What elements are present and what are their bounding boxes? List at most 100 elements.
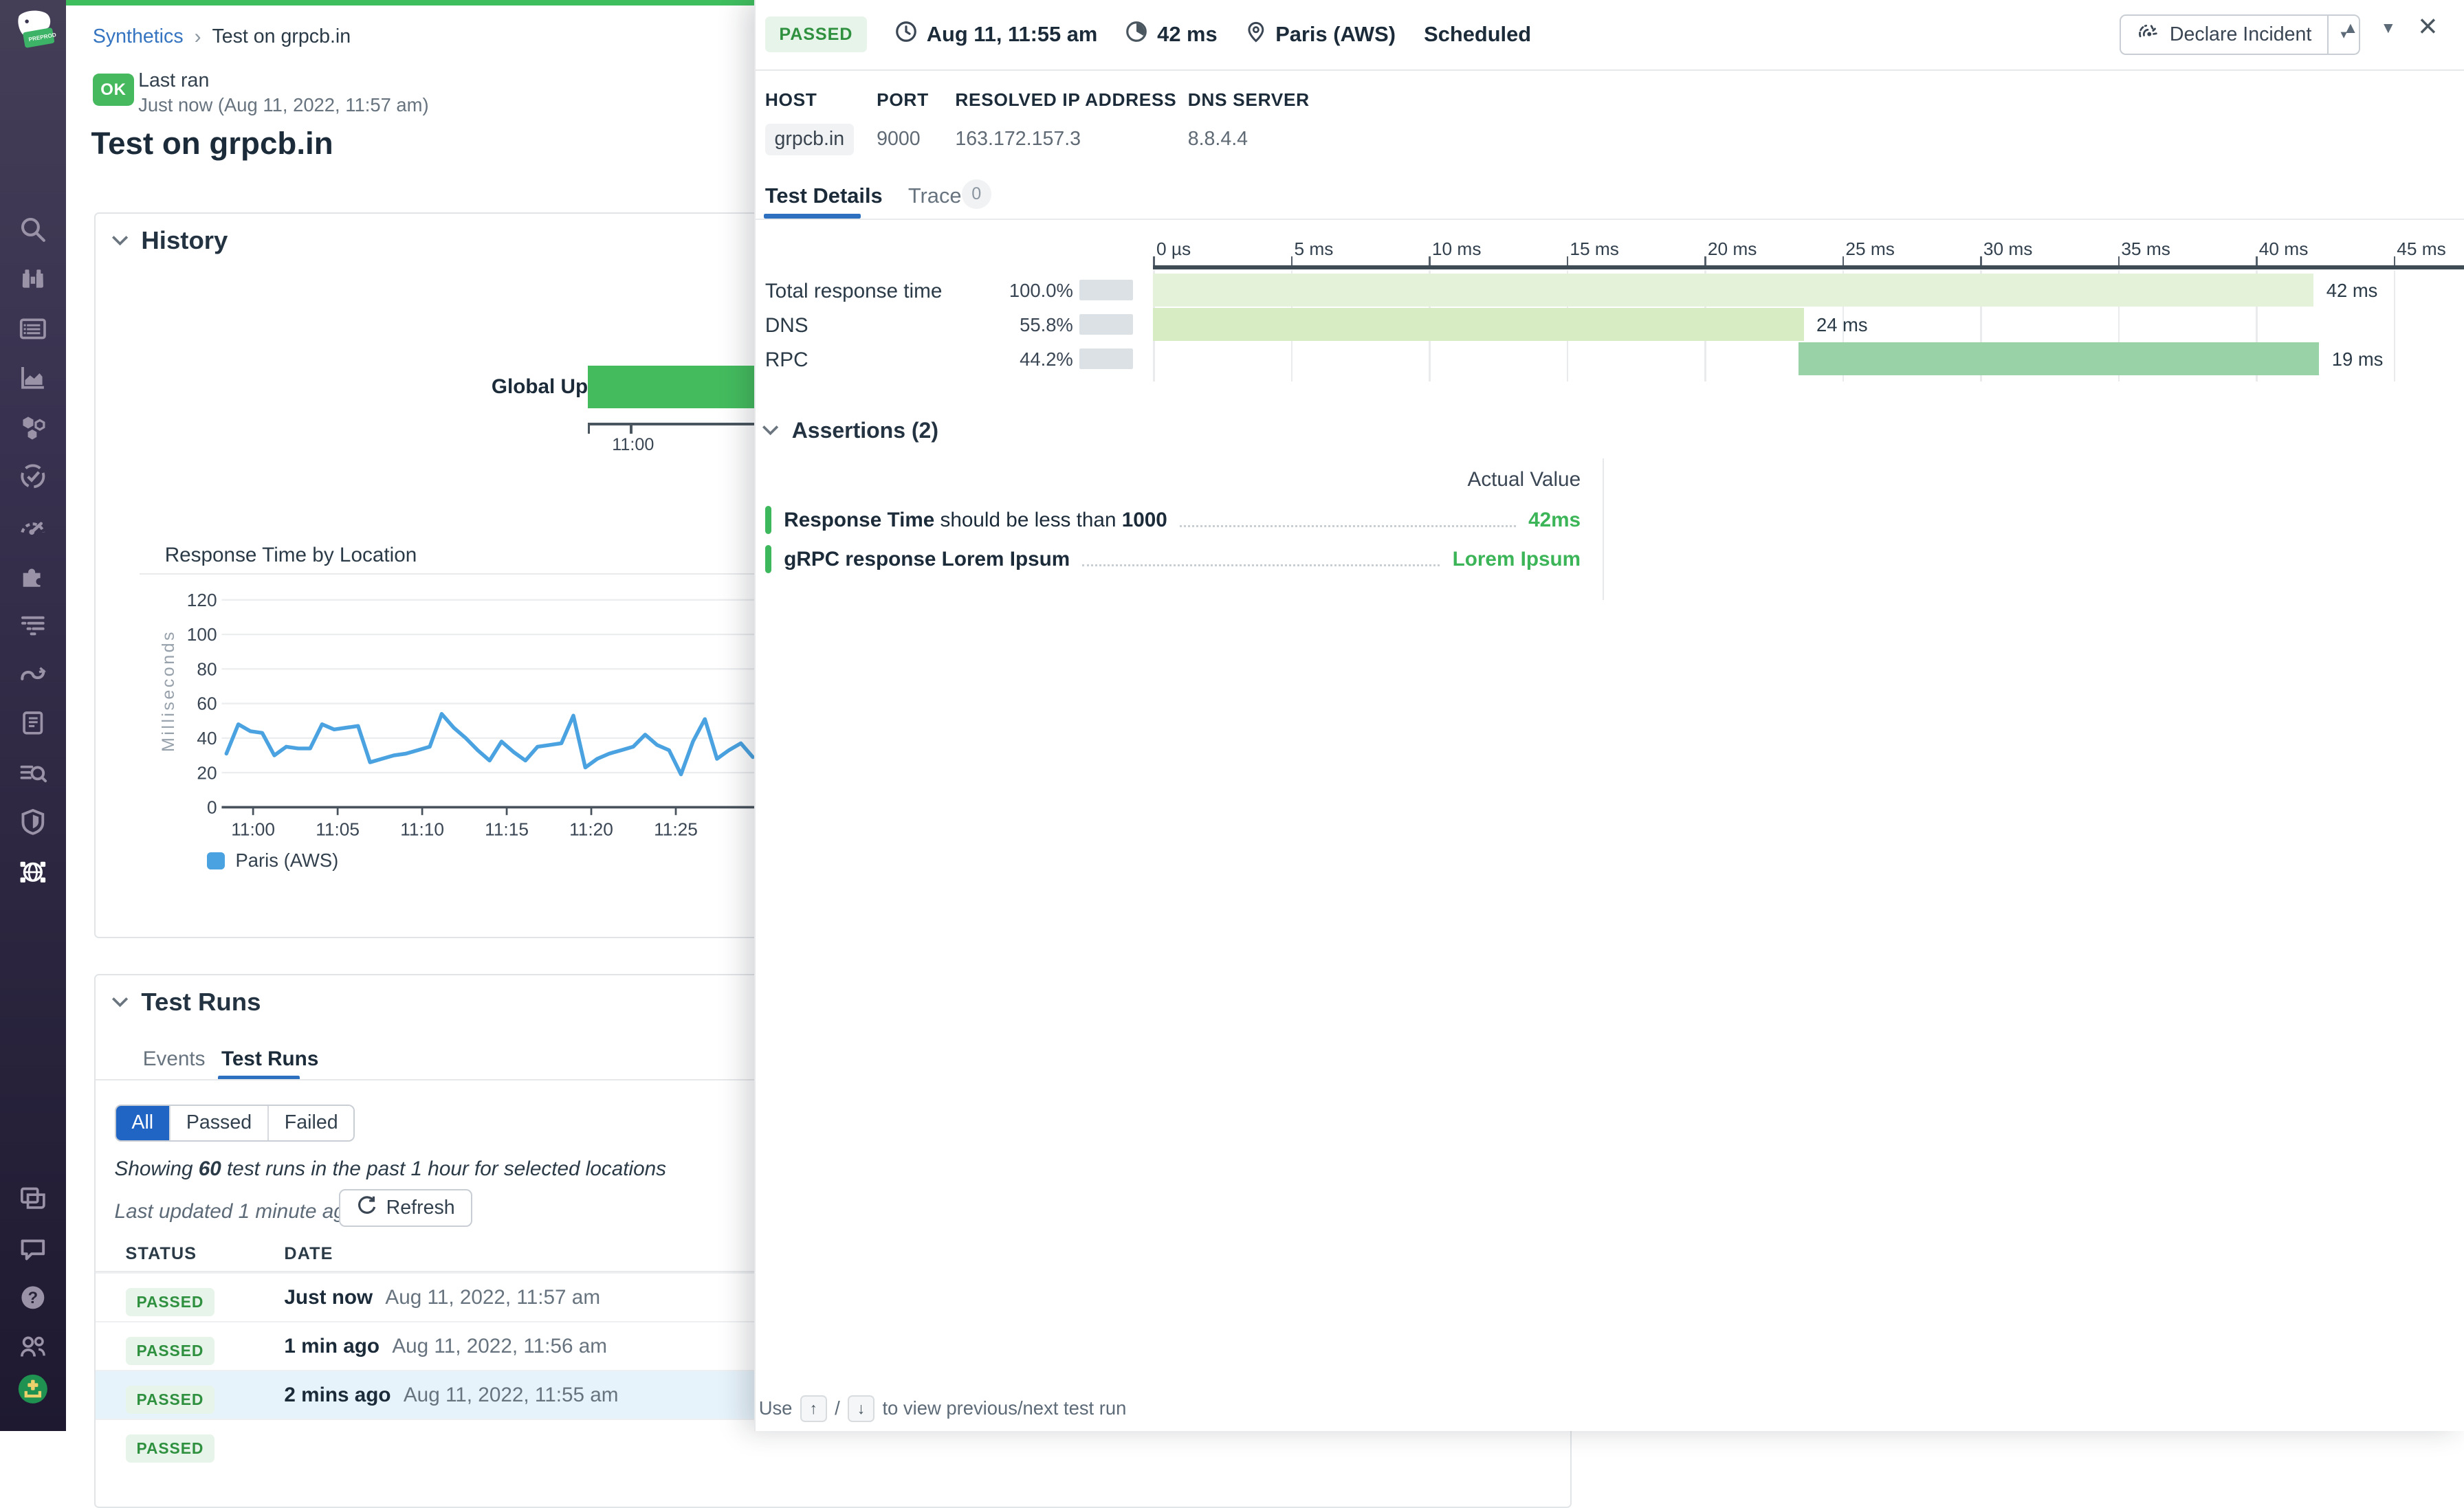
svg-text:100: 100 [186, 624, 217, 645]
last-ran-value: Just now (Aug 11, 2022, 11:57 am) [138, 94, 429, 116]
column-header-status: STATUS [126, 1244, 197, 1264]
waterfall-tick-mark [1429, 256, 1430, 266]
run-status-badge: PASSED [126, 1288, 215, 1316]
waterfall-tick-mark [1842, 256, 1844, 266]
previous-run-button[interactable]: ▲ [2343, 19, 2359, 37]
assertions-collapse-toggle[interactable]: Assertions (2) [762, 418, 938, 443]
assertion-pass-indicator [765, 506, 771, 534]
waterfall-bar[interactable] [1798, 342, 2320, 375]
refresh-button[interactable]: Refresh [339, 1189, 472, 1227]
search-icon[interactable] [17, 214, 49, 245]
ip-info: RESOLVED IP ADDRESS 163.172.157.3 [955, 89, 1176, 151]
members-icon[interactable] [17, 1331, 49, 1362]
legend-swatch-paris [207, 852, 224, 869]
column-header-date: DATE [284, 1244, 333, 1264]
run-status-badge: PASSED [126, 1434, 215, 1463]
assertion-pass-indicator [765, 545, 771, 573]
monitors-icon[interactable] [17, 461, 49, 492]
runs-summary-text: Showing 60 test runs in the past 1 hour … [115, 1157, 666, 1181]
apm-icon[interactable] [17, 412, 49, 443]
svg-text:120: 120 [186, 590, 217, 610]
dotted-leader [1180, 513, 1516, 527]
waterfall-gridline [2394, 270, 2395, 381]
tab-test-runs[interactable]: Test Runs [221, 1047, 318, 1071]
waterfall-percent-minibar [1079, 314, 1133, 335]
notebooks-icon[interactable] [17, 707, 49, 739]
breadcrumb-separator: › [195, 25, 201, 49]
tab-events[interactable]: Events [143, 1047, 206, 1071]
divider [1603, 458, 1604, 600]
waterfall-tick-label: 40 ms [2259, 239, 2309, 260]
pipelines-icon[interactable] [17, 658, 49, 690]
result-datetime: Aug 11, 11:55 am [895, 21, 1097, 48]
waterfall-tick-label: 15 ms [1570, 239, 1619, 260]
waterfall-tick-mark [2118, 256, 2120, 266]
waterfall-tick-label: 30 ms [1983, 239, 2033, 260]
chevron-down-icon [762, 424, 779, 436]
page-title: Test on grpcb.in [91, 126, 333, 162]
filter-all-button[interactable]: All [116, 1106, 170, 1141]
assertion-actual-value: 42ms [1528, 509, 1581, 532]
assertion-row: Response Time should be less than 100042… [765, 504, 1581, 536]
declare-incident-button[interactable]: Declare Incident [2120, 14, 2329, 55]
waterfall-tick-label: 10 ms [1432, 239, 1482, 260]
test-runs-collapse-toggle[interactable]: Test Runs [111, 988, 261, 1017]
synthetics-icon[interactable] [17, 856, 49, 888]
keyboard-hint-footer: Use ↑ / ↓ to view previous/next test run [759, 1395, 1127, 1422]
result-status-badge: PASSED [765, 16, 867, 52]
logs-icon[interactable] [17, 608, 49, 640]
next-run-button[interactable]: ▼ [2381, 19, 2397, 37]
avatar-icon[interactable] [17, 1373, 49, 1405]
waterfall-bar[interactable] [1153, 274, 2313, 307]
waterfall-row-percent: 44.2% [976, 348, 1073, 370]
active-tab-underline [764, 214, 861, 219]
svg-text:80: 80 [197, 659, 217, 680]
breadcrumb-current: Test on grpcb.in [212, 25, 351, 48]
chat-icon[interactable] [17, 1233, 49, 1265]
chart-legend[interactable]: Paris (AWS) [207, 850, 338, 872]
result-duration: 42 ms [1125, 21, 1217, 48]
watchdog-icon[interactable] [17, 263, 49, 294]
uptime-tick [630, 425, 632, 433]
waterfall-row-percent: 100.0% [976, 280, 1073, 302]
waterfall-tick-label: 25 ms [1845, 239, 1895, 260]
tab-trace[interactable]: Trace [908, 184, 962, 208]
waterfall-row-label: RPC [765, 348, 808, 372]
svg-text:11:00: 11:00 [231, 819, 275, 840]
uptime-tick [588, 425, 590, 433]
close-icon[interactable]: × [2418, 8, 2437, 45]
assertion-actual-value: Lorem Ipsum [1453, 548, 1581, 571]
dns-server-value: 8.8.4.4 [1188, 128, 1310, 151]
run-status-badge: PASSED [126, 1337, 215, 1365]
siren-icon [2137, 21, 2159, 48]
dashboards-icon[interactable] [17, 313, 49, 344]
security-icon[interactable] [17, 806, 49, 838]
metrics-icon[interactable] [17, 362, 49, 393]
performance-icon[interactable] [17, 511, 49, 542]
tab-test-details[interactable]: Test Details [765, 184, 883, 208]
datadog-logo-icon[interactable]: PREPROD [10, 10, 57, 60]
test-runs-title: Test Runs [141, 988, 261, 1017]
assertions-title: Assertions (2) [792, 418, 938, 443]
svg-text:40: 40 [197, 728, 217, 749]
last-ran-label: Last ran [138, 69, 209, 92]
integrations-icon[interactable] [17, 559, 49, 591]
breadcrumb-synthetics-link[interactable]: Synthetics [93, 25, 184, 48]
help-icon[interactable]: ? [17, 1282, 49, 1313]
svg-text:?: ? [28, 1289, 38, 1307]
waterfall-bar[interactable] [1153, 308, 1803, 341]
filter-failed-button[interactable]: Failed [269, 1106, 353, 1141]
response-time-chart[interactable]: 02040608010012011:0011:0511:1011:1511:20… [159, 590, 758, 842]
waterfall-duration-label: 19 ms [2332, 348, 2384, 370]
dotted-leader [1082, 552, 1440, 566]
recent-pages-icon[interactable] [17, 1182, 49, 1213]
history-collapse-toggle[interactable]: History [111, 226, 228, 255]
waterfall-row-label: DNS [765, 314, 808, 337]
port-info: PORT 9000 [877, 89, 929, 151]
waterfall-percent-minibar [1079, 348, 1133, 369]
log-explorer-icon[interactable] [17, 757, 49, 789]
svg-text:11:10: 11:10 [400, 819, 444, 840]
resolved-ip-label: RESOLVED IP ADDRESS [955, 89, 1176, 111]
waterfall-duration-label: 24 ms [1816, 314, 1868, 336]
filter-passed-button[interactable]: Passed [170, 1106, 269, 1141]
